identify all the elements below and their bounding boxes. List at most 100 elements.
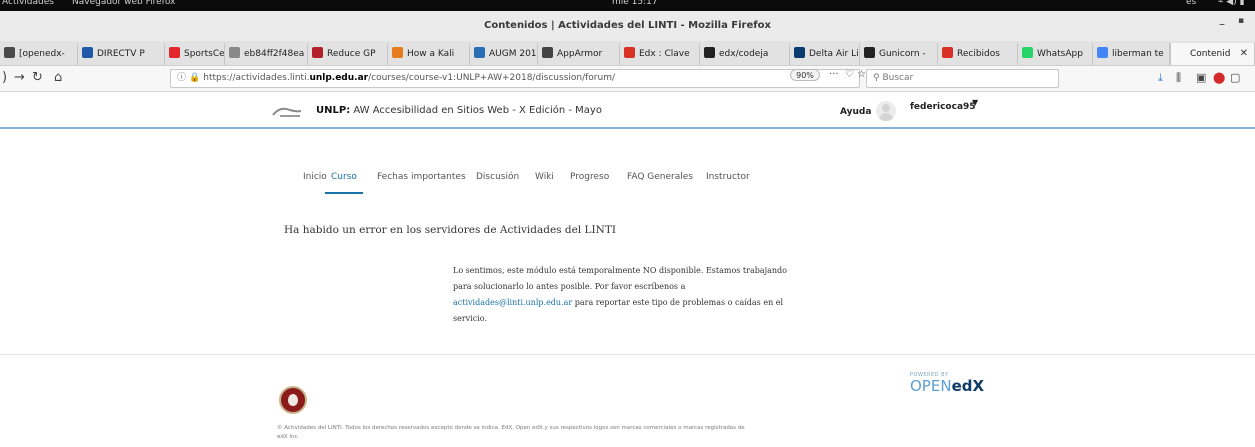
browser-tab[interactable]: How a Kali (388, 43, 470, 65)
browser-tab[interactable]: Gunicorn - (860, 43, 938, 65)
tab-favicon-icon (1175, 47, 1186, 58)
close-tab-icon[interactable]: ✕ (1240, 43, 1248, 65)
minimize-icon[interactable]: – (1219, 17, 1225, 31)
app-menu[interactable]: Navegador web Firefox (72, 0, 175, 8)
page-actions-icon[interactable]: ··· (829, 69, 839, 80)
extension-icon[interactable]: ▣ (1196, 71, 1206, 85)
forward-icon[interactable]: → (14, 70, 25, 86)
tab-label: DIRECTV P (97, 49, 145, 59)
course-name: AW Accesibilidad en Sitios Web - X Edici… (353, 105, 602, 116)
tab-favicon-icon (864, 47, 875, 58)
course-tab[interactable]: Discusión (476, 170, 519, 184)
bookmark-star-icon[interactable]: ☆ (857, 69, 866, 80)
tab-label: How a Kali (407, 49, 455, 59)
browser-tab[interactable]: WhatsApp (1018, 43, 1093, 65)
tab-favicon-icon (392, 47, 403, 58)
error-title: Ha habido un error en los servidores de … (284, 224, 617, 236)
support-email-link[interactable]: actividades@linti.unlp.edu.ar (453, 298, 572, 307)
zoom-indicator[interactable]: 90% (790, 69, 820, 81)
tab-label: eb84ff2f48ea (244, 49, 305, 59)
site-header: UNLP: AW Accesibilidad en Sitios Web - X… (0, 93, 1255, 129)
tab-favicon-icon (169, 47, 180, 58)
browser-tab[interactable]: eb84ff2f48ea (225, 43, 308, 65)
tab-label: WhatsApp (1037, 49, 1083, 59)
tab-favicon-icon (624, 47, 635, 58)
browser-tab[interactable]: liberman te (1093, 43, 1170, 65)
course-tab[interactable]: Curso (325, 170, 363, 194)
course-tabs: Inicio Curso Fechas importantes Discusión Wi… (0, 170, 1255, 194)
browser-tab[interactable]: Recibidos (938, 43, 1018, 65)
error-message: Lo sentimos, este módulo está temporalme… (453, 263, 793, 327)
tab-label: Recibidos (957, 49, 1000, 59)
browser-tab[interactable]: DIRECTV P (78, 43, 165, 65)
search-placeholder: Buscar (882, 73, 914, 83)
browser-tab[interactable]: edx/codeja (700, 43, 790, 65)
browser-tab[interactable]: SportsCent (165, 43, 225, 65)
tab-label: Contenid (1190, 49, 1231, 59)
browser-tab[interactable]: AppArmor (538, 43, 620, 65)
tab-label: Edx : Clave (639, 49, 690, 59)
library-icon[interactable]: ⫼ (1176, 71, 1181, 85)
activities-button[interactable]: Actividades (2, 0, 54, 8)
tab-favicon-icon (312, 47, 323, 58)
course-tab[interactable]: Wiki (535, 170, 554, 184)
tab-strip: [openedx- DIRECTV P SportsCent eb84ff2f48ea… (0, 41, 1255, 66)
downloads-icon[interactable]: ⤓ (1158, 71, 1163, 85)
username-button[interactable]: federicoca95 (910, 102, 976, 112)
course-tab[interactable]: Instructor (706, 170, 750, 184)
tab-favicon-icon (794, 47, 805, 58)
search-icon: ⚲ (873, 73, 880, 83)
url-prefix: https://actividades.linti. (203, 73, 310, 83)
course-tab[interactable]: Inicio (303, 170, 327, 184)
browser-tab[interactable]: Contenid ✕ (1170, 43, 1255, 65)
tab-favicon-icon (704, 47, 715, 58)
avatar[interactable] (876, 101, 896, 121)
linti-seal-logo[interactable] (279, 386, 307, 414)
menu-icon[interactable]: ▢ (1230, 71, 1240, 85)
pocket-icon[interactable]: ♡ (845, 69, 854, 80)
browser-tab[interactable]: Delta Air Li (790, 43, 860, 65)
unlp-logo[interactable] (270, 104, 304, 120)
openedx-open: OPEN (910, 377, 952, 395)
course-tab[interactable]: FAQ Generales (627, 170, 693, 184)
tab-favicon-icon (4, 47, 15, 58)
browser-tab[interactable]: Reduce GP (308, 43, 388, 65)
user-menu-caret-icon[interactable]: ▼ (972, 98, 978, 107)
home-icon[interactable]: ⌂ (54, 70, 62, 86)
tab-favicon-icon (474, 47, 485, 58)
course-org: UNLP: (316, 105, 351, 116)
tab-favicon-icon (1022, 47, 1033, 58)
course-tab[interactable]: Progreso (570, 170, 609, 184)
powered-by-openedx-logo[interactable]: POWERED BY OPENedX (910, 372, 984, 395)
navigation-toolbar: ) → ↻ ⌂ ⓘ 🔒 https://actividades.linti.unlp… (0, 66, 1255, 92)
browser-tab[interactable]: Edx : Clave (620, 43, 700, 65)
copyright-text: © Actividades del LINTI. Todos los derec… (277, 425, 745, 440)
window-titlebar: Contenidos | Actividades del LINTI - Moz… (0, 11, 1255, 41)
reload-icon[interactable]: ↻ (32, 70, 43, 86)
tab-label: edx/codeja (719, 49, 769, 59)
url-bar[interactable]: ⓘ 🔒 https://actividades.linti.unlp.edu.ar/… (170, 69, 860, 88)
maximize-icon[interactable]: ▪ (1238, 16, 1244, 26)
url-path: /courses/course-v1:UNLP+AW+2018/discussi… (368, 73, 616, 83)
openedx-edx: edX (951, 377, 985, 395)
tab-favicon-icon (82, 47, 93, 58)
adblock-icon[interactable]: ⬤ (1213, 71, 1225, 85)
tab-favicon-icon (1097, 47, 1108, 58)
back-icon[interactable]: ) (2, 70, 7, 86)
site-info-icon[interactable]: ⓘ (177, 73, 186, 83)
tab-label: liberman te (1112, 49, 1164, 59)
tab-favicon-icon (229, 47, 240, 58)
window-title: Contenidos | Actividades del LINTI - Moz… (484, 20, 771, 31)
help-link[interactable]: Ayuda (840, 107, 871, 117)
tab-label: Gunicorn - (879, 49, 926, 59)
clock[interactable]: mié 15:17 (612, 0, 658, 8)
system-menu-icon[interactable]: ⌁ ◀) ▮ (1218, 0, 1245, 8)
browser-tab[interactable]: AUGM 2018 (470, 43, 538, 65)
course-tab[interactable]: Fechas importantes (377, 170, 466, 184)
browser-tab[interactable]: [openedx- (0, 43, 78, 65)
language-indicator[interactable]: es (1186, 0, 1196, 8)
error-text-start: Lo sentimos, este módulo está temporalme… (453, 266, 787, 291)
tab-label: SportsCent (184, 49, 225, 59)
tab-label: Reduce GP (327, 49, 376, 59)
search-box[interactable]: ⚲ Buscar (866, 69, 1059, 88)
